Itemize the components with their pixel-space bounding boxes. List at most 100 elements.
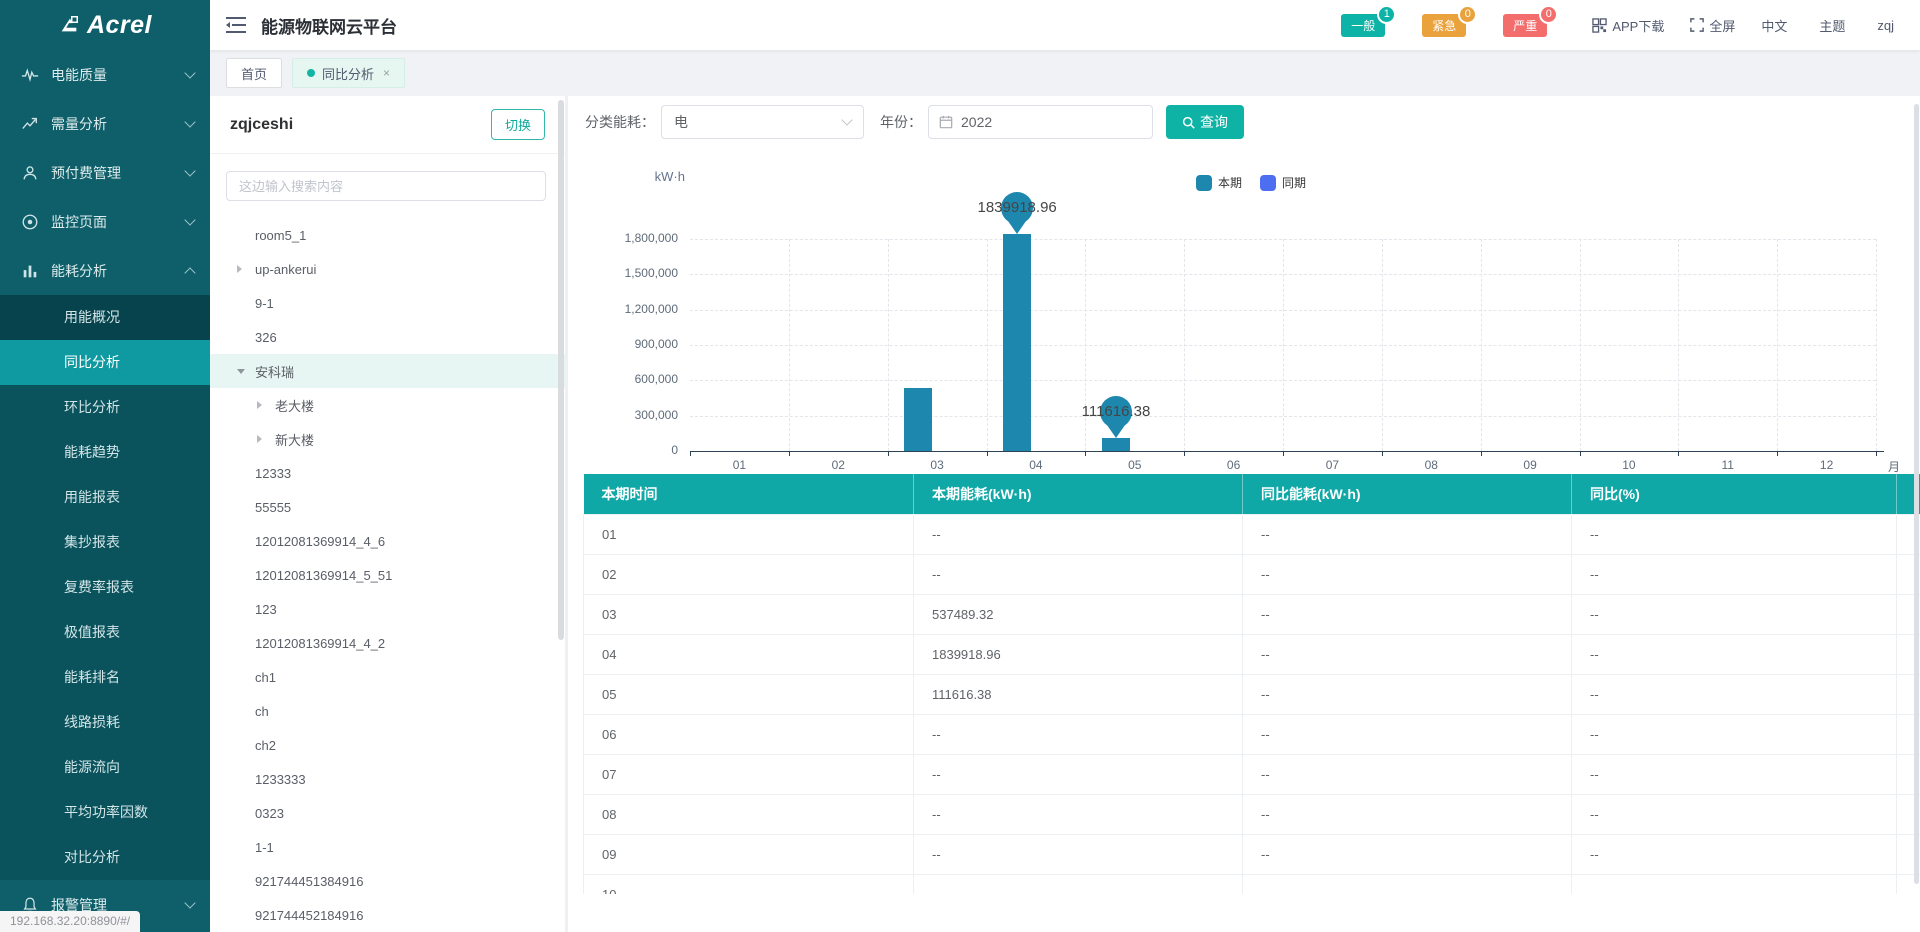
tree-node-老大楼[interactable]: 老大楼 [210,388,565,422]
x-axis-tick-label: 12 [1807,458,1847,472]
year-picker[interactable]: 2022 [928,105,1153,139]
table-cell: 537489.32 [914,594,1243,634]
energy-category-select[interactable]: 电 [661,105,864,139]
tree-expand-arrow-icon[interactable] [257,435,275,443]
tree-node-新大楼[interactable]: 新大楼 [210,422,565,456]
sidebar-item-预付费管理[interactable]: 预付费管理 [0,148,210,197]
table-cell: 05 [584,674,914,714]
tree-node-安科瑞[interactable]: 安科瑞 [210,354,565,388]
tree-scrollbar-thumb[interactable] [558,100,564,640]
tab-close-icon[interactable]: × [383,66,390,80]
tree-node-921744452184916[interactable]: 921744452184916 [210,898,565,932]
x-axis-tick-label: 05 [1115,458,1155,472]
comparison-table-wrap: 本期时间本期能耗(kW·h)同比能耗(kW·h)同比(%) 01------02… [583,474,1920,894]
fullscreen-button[interactable]: 全屏 [1690,16,1735,35]
tree-search-input[interactable] [226,171,546,201]
tree-node-label: 12012081369914_5_51 [255,568,392,583]
tree-node-123[interactable]: 123 [210,592,565,626]
app-download-button[interactable]: APP下载 [1592,16,1664,35]
tree-node-label: room5_1 [255,228,306,243]
sidebar-subitem-对比分析[interactable]: 对比分析 [0,835,210,880]
grid-line-v [1876,239,1877,451]
chart-bar-本期-04[interactable] [1003,234,1031,451]
language-switch[interactable]: 中文 [1761,16,1787,35]
table-cell: 111616.38 [914,674,1243,714]
chevron-down-icon [184,67,195,78]
tree-node-0323[interactable]: 0323 [210,796,565,830]
tree-node-12012081369914_4_6[interactable]: 12012081369914_4_6 [210,524,565,558]
table-row: 01------ [584,514,1920,554]
tree-node-1233333[interactable]: 1233333 [210,762,565,796]
tab-tongbi-analysis[interactable]: 同比分析 × [292,58,405,88]
x-axis-tick-label: 06 [1214,458,1254,472]
tree-node-up-ankerui[interactable]: up-ankerui [210,252,565,286]
sidebar-item-电能质量[interactable]: 电能质量 [0,50,210,99]
year-value: 2022 [961,114,992,130]
table-row: 03537489.32---- [584,594,1920,634]
tree-node-ch1[interactable]: ch1 [210,660,565,694]
grid-line-v [1777,239,1778,451]
tree-node-12333[interactable]: 12333 [210,456,565,490]
tree-expand-arrow-icon[interactable] [257,401,275,409]
tree-node-921744451384916[interactable]: 921744451384916 [210,864,565,898]
table-cell: 10 [584,874,914,894]
tree-node-9-1[interactable]: 9-1 [210,286,565,320]
tab-home[interactable]: 首页 [226,58,282,88]
menu-collapse-icon[interactable] [226,16,246,34]
sidebar-item-需量分析[interactable]: 需量分析 [0,99,210,148]
table-row: 041839918.96---- [584,634,1920,674]
tree-node-ch[interactable]: ch [210,694,565,728]
table-row: 07------ [584,754,1920,794]
sidebar-item-label: 预付费管理 [51,163,186,183]
query-button[interactable]: 查询 [1166,105,1244,139]
tree-node-room5_1[interactable]: room5_1 [210,218,565,252]
table-cell: -- [1572,674,1897,714]
tree-node-ch2[interactable]: ch2 [210,728,565,762]
sidebar-subitem-能耗趋势[interactable]: 能耗趋势 [0,430,210,475]
tree-node-label: 12012081369914_4_6 [255,534,385,549]
sidebar-subitem-能耗排名[interactable]: 能耗排名 [0,655,210,700]
sidebar-subitem-线路损耗[interactable]: 线路损耗 [0,700,210,745]
table-cell: -- [1243,554,1572,594]
legend-item-current[interactable]: 本期 [1196,174,1242,191]
x-axis-tick-label: 10 [1609,458,1649,472]
tree-node-326[interactable]: 326 [210,320,565,354]
main-content-panel: 分类能耗： 电 年份： 2022 查询 [568,96,1920,932]
sidebar-subitem-同比分析[interactable]: 同比分析 [0,340,210,385]
tree-node-55555[interactable]: 55555 [210,490,565,524]
device-tree: room5_1 up-ankerui9-1326安科瑞老大楼新大楼12333555… [210,218,565,932]
table-row: 05111616.38---- [584,674,1920,714]
tree-node-12012081369914_4_2[interactable]: 12012081369914_4_2 [210,626,565,660]
sidebar-subitem-平均功率因数[interactable]: 平均功率因数 [0,790,210,835]
tree-expand-arrow-icon[interactable] [237,265,255,273]
switch-project-button[interactable]: 切换 [491,109,545,140]
sidebar-subitem-能源流向[interactable]: 能源流向 [0,745,210,790]
x-axis-tick-label: 08 [1411,458,1451,472]
sidebar-subitem-用能概况[interactable]: 用能概况 [0,295,210,340]
sidebar-item-能耗分析[interactable]: 能耗分析 [0,246,210,295]
sidebar-subitem-环比分析[interactable]: 环比分析 [0,385,210,430]
legend-item-same-period[interactable]: 同期 [1260,174,1306,191]
table-cell: -- [914,794,1243,834]
table-header-本期能耗(kW·h): 本期能耗(kW·h) [914,474,1243,514]
sidebar-subitem-用能报表[interactable]: 用能报表 [0,475,210,520]
tree-node-label: 1233333 [255,772,306,787]
user-menu[interactable]: zqj [1877,18,1894,33]
chevron-down-icon [841,114,852,125]
table-cell: -- [1243,674,1572,714]
tree-collapse-arrow-icon[interactable] [237,369,255,374]
chevron-up-icon [184,267,195,278]
sidebar-subitem-复费率报表[interactable]: 复费率报表 [0,565,210,610]
theme-switch[interactable]: 主题 [1819,16,1845,35]
sidebar-item-监控页面[interactable]: 监控页面 [0,197,210,246]
tree-node-12012081369914_5_51[interactable]: 12012081369914_5_51 [210,558,565,592]
sidebar-subitem-极值报表[interactable]: 极值报表 [0,610,210,655]
table-cell: 06 [584,714,914,754]
y-axis-tick-label: 1,200,000 [568,302,678,316]
tree-node-label: 1-1 [255,840,274,855]
tree-node-1-1[interactable]: 1-1 [210,830,565,864]
sidebar-subitem-集抄报表[interactable]: 集抄报表 [0,520,210,565]
chart-bar-本期-03[interactable] [904,388,932,451]
main-scrollbar-thumb[interactable] [1914,104,1919,884]
chart-bar-本期-05[interactable] [1102,438,1130,451]
